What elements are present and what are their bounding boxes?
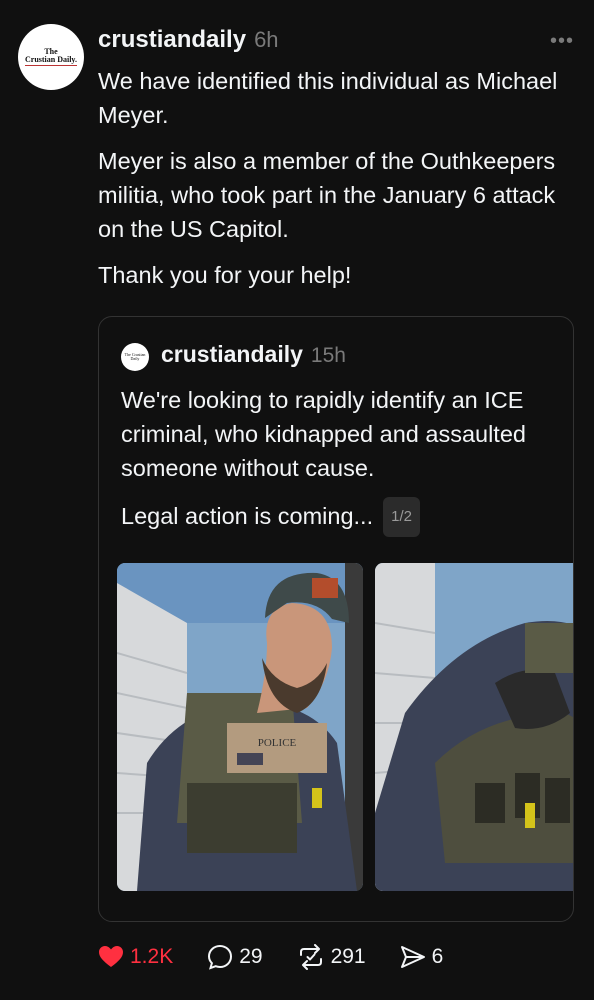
avatar-text-line2: Crustian Daily.: [24, 55, 77, 67]
like-button[interactable]: 1.2K: [98, 945, 173, 969]
quoted-author-avatar[interactable]: The Crustian Daily: [121, 343, 149, 371]
quoted-post[interactable]: The Crustian Daily crustiandaily 15h We'…: [98, 316, 574, 922]
post-header: crustiandaily 6h: [98, 26, 574, 54]
reply-button[interactable]: 29: [207, 944, 263, 970]
more-options-icon[interactable]: •••: [550, 30, 574, 53]
quoted-post-timestamp: 15h: [310, 344, 346, 367]
photo-2-illustration: [375, 563, 573, 891]
media-page-counter: 1/2: [383, 497, 420, 537]
repost-icon: [299, 944, 322, 970]
comment-icon: [208, 944, 233, 970]
quoted-author-username[interactable]: crustiandaily: [161, 341, 303, 368]
media-photo-2[interactable]: [375, 563, 573, 891]
heart-icon: [99, 946, 123, 967]
like-count: 1.2K: [130, 945, 174, 968]
post-timestamp[interactable]: 6h: [254, 27, 278, 53]
post-paragraph: We have identified this individual as Mi…: [98, 68, 558, 128]
post-paragraph: Thank you for your help!: [98, 262, 352, 288]
author-avatar[interactable]: The Crustian Daily.: [18, 24, 84, 90]
post-actions: 1.2K 29 291 6: [98, 944, 477, 970]
share-button[interactable]: 6: [400, 945, 444, 969]
repost-count: 291: [330, 945, 366, 968]
media-photo-1[interactable]: POLICE: [117, 563, 363, 891]
share-icon: [400, 946, 425, 968]
author-username[interactable]: crustiandaily: [98, 26, 246, 54]
post-body: We have identified this individual as Mi…: [98, 64, 576, 304]
quoted-paragraph: Legal action is coming... 1/2: [121, 497, 551, 537]
quoted-post-body: We're looking to rapidly identify an ICE…: [121, 383, 551, 549]
reply-count: 29: [239, 945, 263, 968]
patch-text: POLICE: [258, 737, 297, 749]
photo-1-illustration: POLICE: [117, 563, 363, 891]
quoted-paragraph-text: Legal action is coming...: [121, 503, 374, 529]
repost-button[interactable]: 291: [297, 944, 366, 970]
quoted-post-header: crustiandaily 15h: [161, 341, 346, 368]
share-count: 6: [431, 945, 444, 968]
post-paragraph: Meyer is also a member of the Outhkeeper…: [98, 148, 556, 242]
quoted-paragraph: We're looking to rapidly identify an ICE…: [121, 387, 526, 481]
